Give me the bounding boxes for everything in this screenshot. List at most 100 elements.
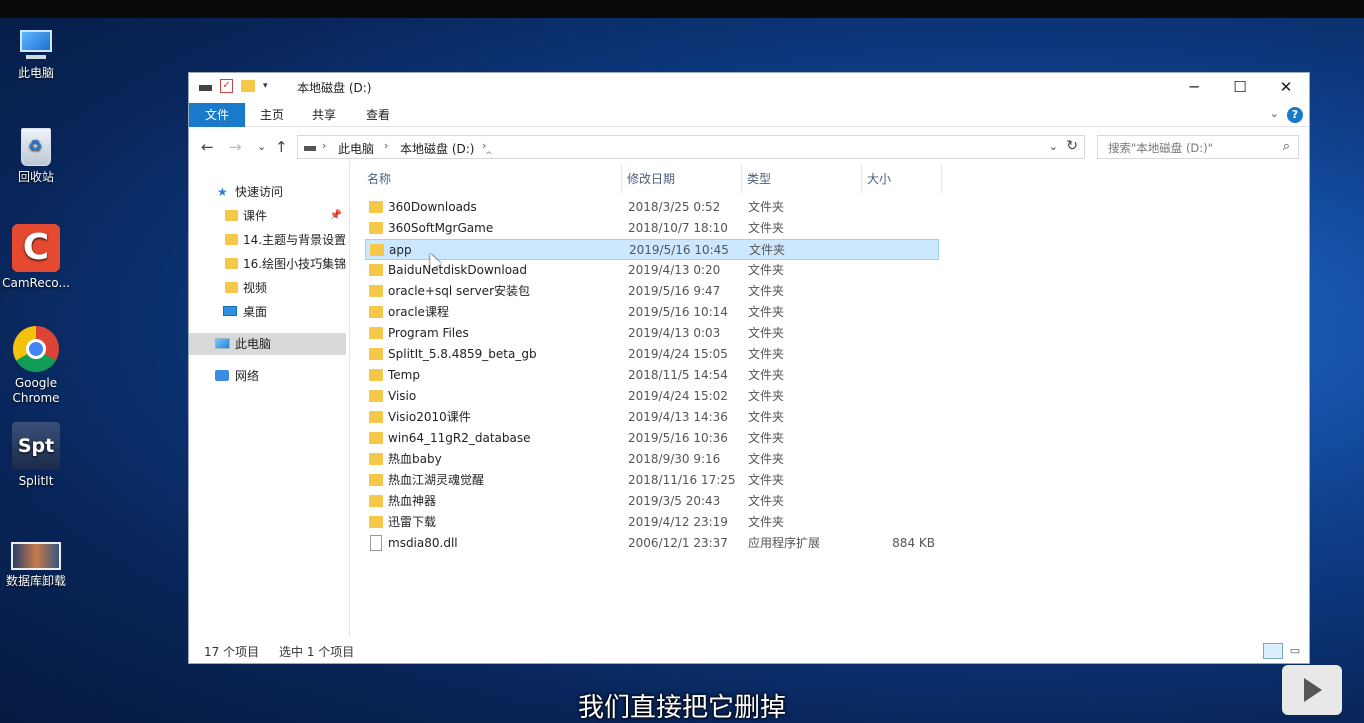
tab-file[interactable]: 文件 <box>189 103 245 127</box>
sidebar-item-desktop[interactable]: 桌面 <box>189 301 346 323</box>
file-name: 热血baby <box>388 452 442 466</box>
recent-locations-button[interactable]: ⌄ <box>257 136 266 158</box>
file-row[interactable]: oracle+sql server安装包 2019/5/16 9:47 文件夹 <box>365 281 939 302</box>
file-row[interactable]: 360Downloads 2018/3/25 0:52 文件夹 <box>365 197 939 218</box>
desktop-icon-label: 此电脑 <box>17 66 54 80</box>
folder-icon <box>225 258 238 269</box>
breadcrumb-this-pc[interactable]: 此电脑 <box>338 140 374 157</box>
sidebar-item-videos[interactable]: 视频 <box>189 277 346 299</box>
column-divider[interactable] <box>861 165 862 193</box>
file-type: 文件夹 <box>748 347 785 361</box>
file-type: 文件夹 <box>748 221 785 235</box>
column-divider[interactable] <box>741 165 742 193</box>
file-name: 热血神器 <box>388 494 437 508</box>
file-row[interactable]: Program Files 2019/4/13 0:03 文件夹 <box>365 323 939 344</box>
file-row[interactable]: 迅雷下载 2019/4/12 23:19 文件夹 <box>365 512 939 533</box>
column-header-size[interactable]: 大小 <box>867 165 891 193</box>
file-row[interactable]: 热血神器 2019/3/5 20:43 文件夹 <box>365 491 939 512</box>
file-row[interactable]: SplitIt_5.8.4859_beta_gb 2019/4/24 15:05 文… <box>365 344 939 365</box>
search-icon[interactable]: ⌕ <box>1283 139 1290 154</box>
folder-icon <box>225 282 238 293</box>
desktop-icon-camrecorder[interactable]: C CamReco... <box>0 224 72 291</box>
desktop-icon-this-pc[interactable]: 此电脑 <box>0 30 72 81</box>
column-header-type[interactable]: 类型 <box>747 165 771 193</box>
file-row[interactable]: Visio2010课件 2019/4/13 14:36 文件夹 <box>365 407 939 428</box>
sidebar-item-this-pc[interactable]: 此电脑 <box>189 333 346 355</box>
address-dropdown-icon[interactable]: ⌄ <box>1049 140 1058 153</box>
breadcrumb-separator[interactable]: › <box>384 139 388 152</box>
play-button[interactable] <box>1282 665 1342 715</box>
help-icon[interactable]: ? <box>1287 107 1303 123</box>
minimize-button[interactable]: ─ <box>1171 75 1217 99</box>
file-type: 文件夹 <box>748 305 785 319</box>
column-divider[interactable] <box>621 165 622 193</box>
network-icon <box>215 370 229 381</box>
desktop-icon-recycle-bin[interactable]: 回收站 <box>0 128 72 185</box>
sidebar-item-quick-access[interactable]: ★ 快速访问 <box>189 181 346 203</box>
video-subtitle: 我们直接把它删掉 <box>577 693 786 723</box>
folder-icon <box>369 453 383 465</box>
folder-icon <box>369 201 383 213</box>
customize-toolbar-icon[interactable]: ▾ <box>263 81 268 91</box>
breadcrumb-separator[interactable]: › <box>322 139 326 152</box>
search-box[interactable]: 搜索"本地磁盘 (D:)" ⌕ <box>1097 135 1299 159</box>
desktop-icon-database-uninstall[interactable]: 数据库卸载 <box>0 542 72 589</box>
up-button[interactable]: ↑ <box>275 136 288 158</box>
file-row[interactable]: 热血baby 2018/9/30 9:16 文件夹 <box>365 449 939 470</box>
column-divider[interactable] <box>941 165 942 193</box>
desktop-icon-label: 数据库卸载 <box>5 574 66 588</box>
file-date: 2019/5/16 10:14 <box>628 305 728 319</box>
properties-icon[interactable]: ✓ <box>220 79 233 93</box>
sidebar-item-network[interactable]: 网络 <box>189 365 346 387</box>
file-row[interactable]: oracle课程 2019/5/16 10:14 文件夹 <box>365 302 939 323</box>
address-bar[interactable]: › 此电脑 › 本地磁盘 (D:) › ⌄ ↻ <box>297 135 1085 159</box>
search-placeholder: 搜索"本地磁盘 (D:)" <box>1108 141 1213 155</box>
sidebar-item-kejian[interactable]: 课件 📌 <box>189 205 346 227</box>
refresh-icon[interactable]: ↻ <box>1066 138 1078 154</box>
file-name: Program Files <box>388 326 469 340</box>
tab-share[interactable]: 共享 <box>299 103 349 127</box>
star-icon: ★ <box>217 185 228 199</box>
folder-icon <box>369 222 383 234</box>
file-row[interactable]: Temp 2018/11/5 14:54 文件夹 <box>365 365 939 386</box>
file-type: 文件夹 <box>749 243 786 257</box>
folder-icon <box>225 234 238 245</box>
new-folder-icon[interactable] <box>241 80 255 92</box>
back-button[interactable]: ← <box>201 136 214 158</box>
this-pc-icon <box>16 30 56 62</box>
dll-file-icon <box>370 535 382 551</box>
expand-ribbon-icon[interactable]: ⌄ <box>1270 107 1279 120</box>
maximize-button[interactable]: ☐ <box>1217 75 1263 99</box>
sidebar-item-drawing-tips[interactable]: 16.绘图小技巧集锦 <box>189 253 346 275</box>
file-row[interactable]: 360SoftMgrGame 2018/10/7 18:10 文件夹 <box>365 218 939 239</box>
column-header-name[interactable]: 名称 <box>367 165 391 193</box>
forward-button[interactable]: → <box>229 136 242 158</box>
file-date: 2006/12/1 23:37 <box>628 536 728 550</box>
breadcrumb-local-disk[interactable]: 本地磁盘 (D:) <box>400 140 474 157</box>
file-explorer-window: ✓ ▾ 本地磁盘 (D:) ─ ☐ ✕ 文件 主页 共享 查看 ⌄ ? ← → … <box>188 72 1310 664</box>
tab-home[interactable]: 主页 <box>247 103 297 127</box>
desktop-icon-chrome[interactable]: Google Chrome <box>0 326 72 406</box>
file-row[interactable]: 热血江湖灵魂觉醒 2018/11/16 17:25 文件夹 <box>365 470 939 491</box>
tab-view[interactable]: 查看 <box>353 103 403 127</box>
file-row[interactable]: msdia80.dll 2006/12/1 23:37 应用程序扩展 884 KB <box>365 533 939 554</box>
large-icons-view-button[interactable]: ▭ <box>1287 643 1303 659</box>
column-header-date[interactable]: 修改日期 <box>627 165 675 193</box>
sidebar-item-label: 视频 <box>243 281 268 295</box>
details-view-button[interactable] <box>1263 643 1283 659</box>
title-bar: ✓ ▾ 本地磁盘 (D:) ─ ☐ ✕ <box>189 73 1309 101</box>
folder-icon <box>369 411 383 423</box>
close-button[interactable]: ✕ <box>1263 75 1309 99</box>
file-row[interactable]: Visio 2019/4/24 15:02 文件夹 <box>365 386 939 407</box>
desktop-icon-splitit[interactable]: Spt SplitIt <box>0 422 72 489</box>
file-row[interactable]: win64_11gR2_database 2019/5/16 10:36 文件夹 <box>365 428 939 449</box>
sidebar-item-theme-background[interactable]: 14.主题与背景设置 <box>189 229 346 251</box>
recycle-bin-icon <box>21 128 51 166</box>
file-row[interactable]: BaiduNetdiskDownload 2019/4/13 0:20 文件夹 <box>365 260 939 281</box>
pane-divider[interactable] <box>349 161 350 637</box>
file-type: 文件夹 <box>748 494 785 508</box>
file-row-selected[interactable]: app 2019/5/16 10:45 文件夹 <box>365 239 939 260</box>
this-pc-icon <box>215 338 230 349</box>
sidebar-item-label: 快速访问 <box>235 185 284 199</box>
file-name: BaiduNetdiskDownload <box>388 263 528 277</box>
